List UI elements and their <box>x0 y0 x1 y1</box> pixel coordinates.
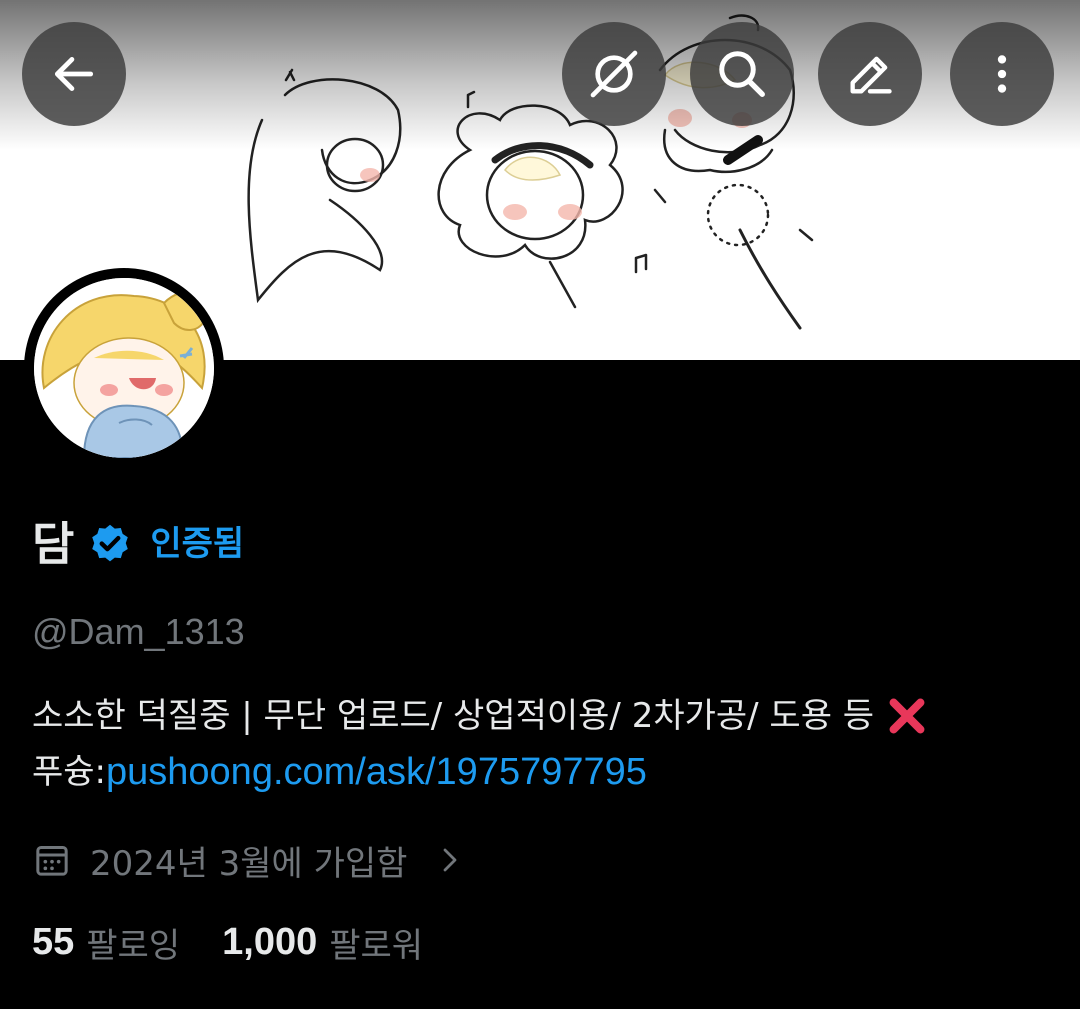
following-link[interactable]: 55 팔로잉 <box>32 918 180 967</box>
verified-badge-icon[interactable] <box>88 522 132 566</box>
display-name-row: 담 인증됨 <box>32 512 244 576</box>
followers-count: 1,000 <box>222 920 318 963</box>
no-eye-icon <box>590 50 638 98</box>
profile-screen: 담 인증됨 @Dam_1313 소소한 덕질중 | 무단 업로드/ 상업적이용/… <box>0 0 1080 1009</box>
search-button[interactable] <box>690 22 794 126</box>
bio-link-prefix: 푸슝: <box>32 752 107 792</box>
edit-pencil-icon <box>850 56 892 94</box>
hide-reposts-button[interactable] <box>562 22 666 126</box>
joined-date-row[interactable]: 2024년 3월에 가입함 <box>32 832 465 888</box>
following-count: 55 <box>32 920 75 963</box>
user-handle: @Dam_1313 <box>32 611 245 652</box>
verified-label[interactable]: 인증됨 <box>150 512 244 576</box>
following-label: 팔로잉 <box>86 925 181 966</box>
bio-link[interactable]: pushoong.com/ask/1975797795 <box>106 744 647 800</box>
profile-bio: 소소한 덕질중 | 무단 업로드/ 상업적이용/ 2차가공/ 도용 등 푸슝: … <box>32 688 1052 800</box>
more-vertical-icon <box>997 55 1007 93</box>
back-button[interactable] <box>22 22 126 126</box>
edit-button[interactable] <box>818 22 922 126</box>
follow-stats: 55 팔로잉 1,000 팔로워 <box>32 914 423 970</box>
search-icon <box>719 51 765 97</box>
bio-line-2: 푸슝: pushoong.com/ask/1975797795 <box>32 744 1052 800</box>
followers-link[interactable]: 1,000 팔로워 <box>222 918 423 967</box>
calendar-icon <box>36 846 68 876</box>
cross-mark-icon <box>889 698 925 734</box>
avatar-image <box>34 278 214 458</box>
followers-label: 팔로워 <box>329 925 424 966</box>
arrow-left-icon <box>54 57 94 91</box>
chevron-right-icon <box>444 848 457 872</box>
avatar-illustration <box>34 278 214 458</box>
bio-text: 소소한 덕질중 | 무단 업로드/ 상업적이용/ 2차가공/ 도용 등 <box>32 696 875 736</box>
display-name: 담 <box>32 517 75 571</box>
more-options-button[interactable] <box>950 22 1054 126</box>
profile-avatar[interactable] <box>24 268 224 468</box>
joined-date-text: 2024년 3월에 가입함 <box>90 843 408 884</box>
bio-line-1: 소소한 덕질중 | 무단 업로드/ 상업적이용/ 2차가공/ 도용 등 <box>32 688 1052 744</box>
